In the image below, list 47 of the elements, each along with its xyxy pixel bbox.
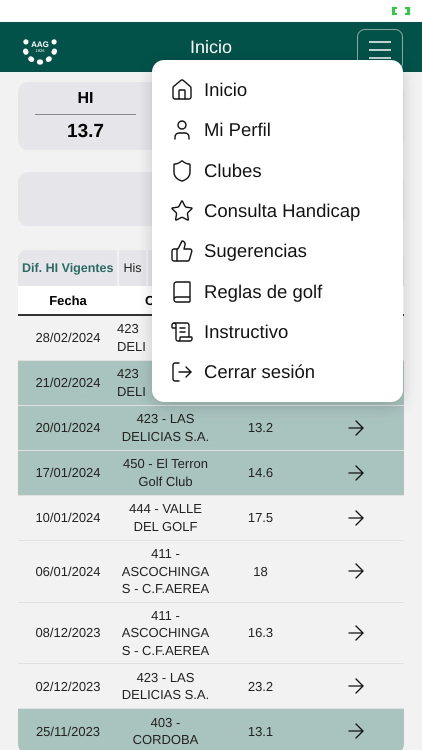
course-cell-text: 403 - CORDOBA	[132, 714, 200, 749]
menu-item[interactable]: Clubes	[152, 150, 403, 191]
menu-item[interactable]: Inicio	[152, 70, 403, 110]
hi-cell-text: 13.2	[246, 419, 274, 437]
date-cell-text: 02/12/2023	[34, 678, 102, 696]
home-icon	[170, 78, 194, 102]
date-cell-text: 06/01/2024	[34, 562, 102, 580]
course-cell-text: 423 - LAS DELICIAS S.A.	[120, 410, 210, 446]
star-icon	[170, 199, 194, 224]
date-cell-text: 28/02/2024	[34, 329, 102, 347]
menu-item[interactable]: Reglas de golf	[152, 271, 403, 312]
date-cell-text: 17/01/2024	[34, 464, 102, 482]
thumbs-up-icon	[170, 239, 194, 264]
table-row[interactable]: 20/01/2024 423 - LAS DELICIAS S.A. 13.2	[18, 406, 404, 451]
column-header: Fecha	[48, 292, 88, 308]
menu-item[interactable]: Consulta Handicap	[152, 190, 403, 232]
date-cell-text: 20/01/2024	[34, 419, 102, 437]
course-cell-text: 411 - ASCOCHINGA S - C.F.AEREA	[120, 606, 210, 660]
date-cell-text: 08/12/2023	[34, 624, 102, 642]
hi-value: 13.7	[67, 120, 104, 142]
table-row[interactable]: 25/11/2023 403 - CORDOBA 13.1	[18, 709, 404, 750]
date-cell-text: 10/01/2024	[34, 509, 102, 527]
hi-label: HI	[35, 90, 136, 114]
menu-item[interactable]: Mi Perfil	[152, 110, 403, 151]
course-cell-text: 450 - El Terron Golf Club	[122, 455, 210, 491]
page-title: Inicio	[188, 36, 234, 58]
menu-item[interactable]: Instructivo	[152, 312, 403, 352]
hi-cell-text: 13.1	[246, 722, 274, 740]
hi-cell-text: 14.6	[246, 464, 274, 482]
course-cell: 423 DELI	[117, 320, 146, 356]
table-row[interactable]: 08/12/2023 411 - ASCOCHINGA S - C.F.AEREA 16.3	[18, 602, 404, 664]
table-row[interactable]: 17/01/2024 450 - El Terron Golf Club 14.6	[18, 451, 404, 496]
course-cell: 423 DELI	[117, 365, 146, 401]
date-cell-text: 21/02/2024	[34, 374, 102, 392]
hi-cell-text: 23.2	[246, 678, 274, 696]
hi-cell-text: 18	[252, 562, 269, 580]
scroll-icon	[170, 320, 194, 344]
course-cell-text: 411 - ASCOCHINGA S - C.F.AEREA	[120, 545, 210, 598]
date-cell-text: 25/11/2023	[34, 722, 102, 740]
menu-item[interactable]: Cerrar sesión	[152, 352, 403, 392]
hi-cell-text: 16.3	[246, 624, 274, 642]
course-cell-text: 444 - VALLE DEL GOLF	[128, 500, 203, 536]
menu-item[interactable]: Sugerencias	[152, 231, 403, 272]
course-cell-text: 423 - LAS DELICIAS S.A.	[120, 668, 210, 704]
logout-icon	[170, 360, 194, 384]
hi-cell-text: 17.5	[246, 509, 274, 527]
logo-text: AAG	[31, 40, 49, 49]
